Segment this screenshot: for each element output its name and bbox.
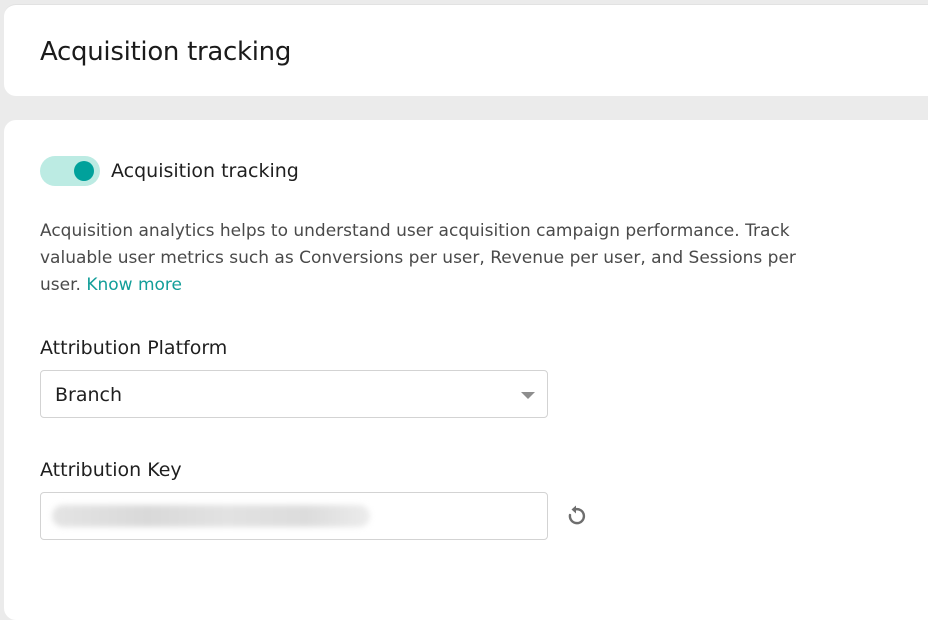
attribution-platform-label: Attribution Platform — [40, 337, 228, 359]
attribution-platform-value: Branch — [55, 384, 123, 406]
settings-card: Acquisition tracking Acquisition analyti… — [4, 120, 928, 620]
regenerate-key-button[interactable] — [562, 502, 590, 530]
know-more-link[interactable]: Know more — [86, 275, 182, 295]
acquisition-tracking-toggle[interactable] — [40, 156, 100, 186]
toggle-label: Acquisition tracking — [111, 160, 299, 182]
header-card: Acquisition tracking — [4, 4, 928, 96]
attribution-key-label: Attribution Key — [40, 459, 182, 481]
description-text: Acquisition analytics helps to understan… — [40, 218, 810, 299]
attribution-key-input[interactable] — [40, 492, 548, 540]
acquisition-toggle-row: Acquisition tracking — [40, 156, 299, 186]
attribution-platform-select[interactable]: Branch — [40, 370, 548, 418]
toggle-knob — [74, 161, 94, 181]
page-title: Acquisition tracking — [40, 37, 292, 67]
caret-down-icon — [521, 392, 535, 399]
refresh-icon — [568, 505, 586, 525]
